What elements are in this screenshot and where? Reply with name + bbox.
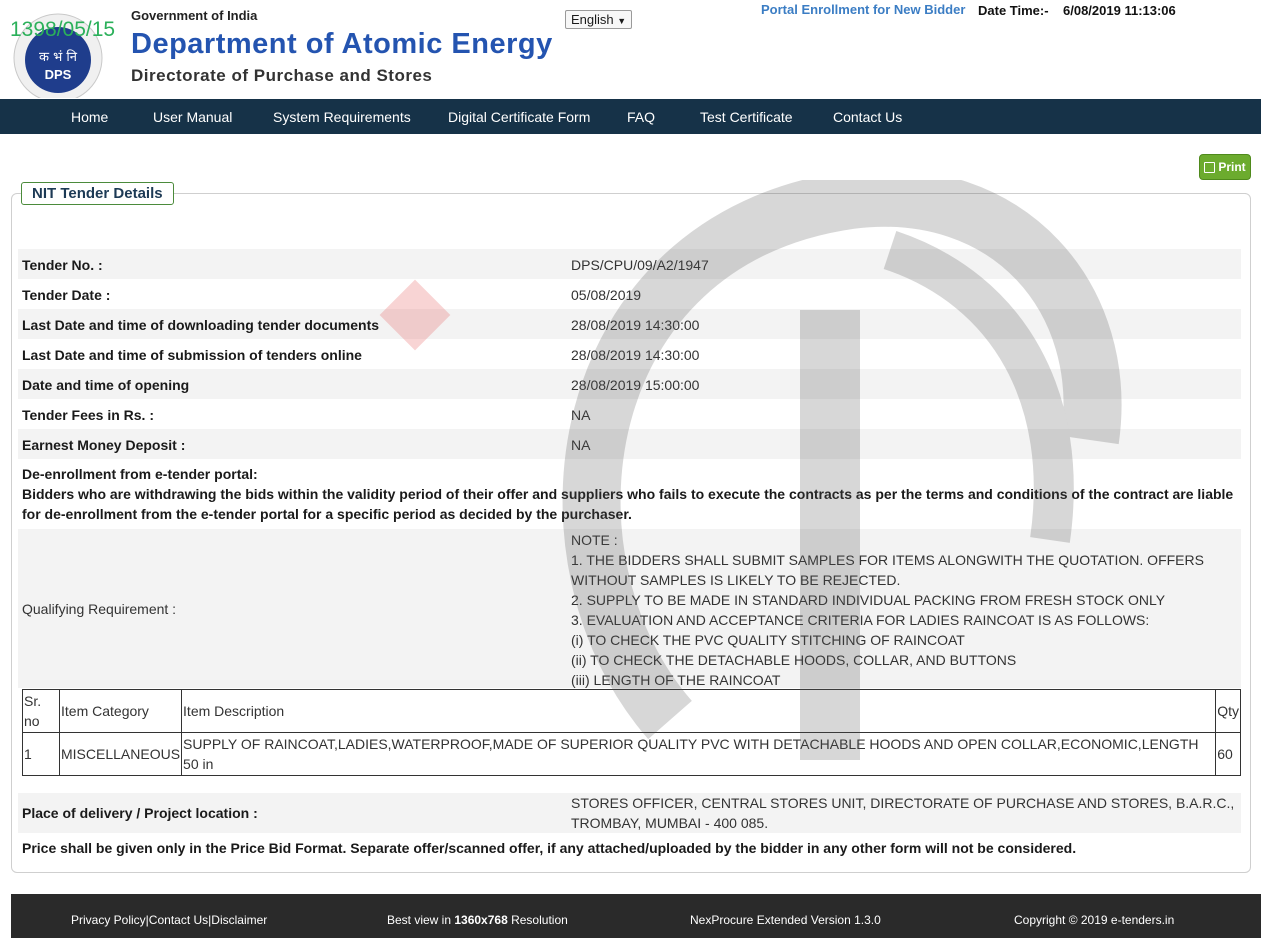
dropdown-arrow-icon: ▼ bbox=[617, 16, 627, 26]
nav-system-requirements[interactable]: System Requirements bbox=[273, 109, 411, 125]
footer-best-view: Best view in 1360x768 Resolution bbox=[387, 913, 568, 927]
field-value: DPS/CPU/09/A2/1947 bbox=[571, 257, 709, 273]
column-header: Qty bbox=[1215, 689, 1241, 733]
dept-title: Department of Atomic Energy bbox=[131, 28, 553, 60]
field-row: Date and time of opening 28/08/2019 15:0… bbox=[18, 369, 1241, 399]
delivery-row: Place of delivery / Project location : S… bbox=[18, 793, 1241, 833]
legend-divider bbox=[186, 193, 1246, 194]
field-label: Date and time of opening bbox=[22, 377, 190, 393]
print-label: Print bbox=[1218, 160, 1246, 174]
field-value: NA bbox=[571, 407, 591, 423]
field-row: Last Date and time of submission of tend… bbox=[18, 339, 1241, 369]
field-label: Earnest Money Deposit : bbox=[22, 437, 186, 453]
field-value: 28/08/2019 14:30:00 bbox=[571, 347, 700, 363]
qualifying-line: 3. EVALUATION AND ACCEPTANCE CRITERIA FO… bbox=[571, 612, 1150, 628]
enrollment-link[interactable]: Portal Enrollment for New Bidder bbox=[761, 2, 965, 17]
delivery-label: Place of delivery / Project location : bbox=[22, 805, 258, 821]
language-value: English bbox=[571, 12, 614, 27]
field-value: 05/08/2019 bbox=[571, 287, 642, 303]
delivery-value: STORES OFFICER, CENTRAL STORES UNIT, DIR… bbox=[571, 795, 1235, 831]
datetime-label: Date Time:- bbox=[978, 3, 1049, 18]
logo-date-stamp: 1398/05/15 bbox=[10, 18, 116, 41]
column-header: Sr. no bbox=[22, 689, 60, 733]
field-row: Last Date and time of downloading tender… bbox=[18, 309, 1241, 339]
field-row: Tender Date : 05/08/2019 bbox=[18, 279, 1241, 309]
qualifying-line: (iii) LENGTH OF THE RAINCOAT bbox=[571, 672, 781, 688]
qualifying-line: (ii) TO CHECK THE DETACHABLE HOODS, COLL… bbox=[571, 652, 1017, 668]
deenroll-title: De-enrollment from e-tender portal: bbox=[22, 466, 258, 482]
field-label: Last Date and time of downloading tender… bbox=[22, 317, 380, 333]
column-header: Item Description bbox=[181, 689, 1217, 733]
logo-text: DPS bbox=[45, 67, 72, 82]
field-label: Last Date and time of submission of tend… bbox=[22, 347, 362, 363]
table-cell: MISCELLANEOUS bbox=[58, 732, 183, 776]
best-view-prefix: Best view in bbox=[387, 913, 455, 927]
table-cell: SUPPLY OF RAINCOAT,LADIES,WATERPROOF,MAD… bbox=[181, 732, 1217, 776]
item-table: Sr. no Item Category Item Description Qt… bbox=[22, 689, 1241, 776]
field-label: Tender Fees in Rs. : bbox=[22, 407, 154, 423]
logo-hindi: क भं नि bbox=[39, 49, 78, 65]
qualifying-line: (i) TO CHECK THE PVC QUALITY STITCHING O… bbox=[571, 632, 965, 648]
qualifying-requirement-row: Qualifying Requirement : NOTE : 1. THE B… bbox=[18, 529, 1241, 688]
page-footer: Privacy Policy|Contact Us|Disclaimer Bes… bbox=[11, 894, 1261, 938]
best-view-resolution: 1360x768 bbox=[454, 913, 508, 927]
nav-contact-us[interactable]: Contact Us bbox=[833, 109, 902, 125]
table-cell: 60 bbox=[1215, 732, 1241, 776]
directorate-subtitle: Directorate of Purchase and Stores bbox=[131, 66, 433, 85]
datetime-value: 6/08/2019 11:13:06 bbox=[1063, 3, 1176, 18]
qualifying-line: NOTE : bbox=[571, 532, 618, 548]
column-header: Item Category bbox=[58, 689, 183, 733]
field-row: Tender No. : DPS/CPU/09/A2/1947 bbox=[18, 249, 1241, 279]
table-cell: 1 bbox=[22, 732, 60, 776]
nav-faq[interactable]: FAQ bbox=[627, 109, 655, 125]
field-value: NA bbox=[571, 437, 591, 453]
price-note: Price shall be given only in the Price B… bbox=[22, 840, 1077, 856]
qualifying-line: 1. THE BIDDERS SHALL SUBMIT SAMPLES FOR … bbox=[571, 552, 1204, 568]
panel-legend: NIT Tender Details bbox=[21, 182, 174, 205]
print-button[interactable]: Print bbox=[1199, 154, 1251, 180]
main-nav: Home User Manual System Requirements Dig… bbox=[0, 99, 1261, 134]
qualifying-line: WITHOUT SAMPLES IS LIKELY TO BE REJECTED… bbox=[571, 572, 901, 588]
field-value: 28/08/2019 14:30:00 bbox=[571, 317, 700, 333]
field-row: Tender Fees in Rs. : NA bbox=[18, 399, 1241, 429]
footer-version: NexProcure Extended Version 1.3.0 bbox=[690, 913, 881, 927]
qualifying-line: 2. SUPPLY TO BE MADE IN STANDARD INDIVID… bbox=[571, 592, 1166, 608]
qualifying-label: Qualifying Requirement : bbox=[22, 601, 177, 617]
field-label: Tender Date : bbox=[22, 287, 111, 303]
gov-label: Government of India bbox=[131, 8, 258, 23]
field-value: 28/08/2019 15:00:00 bbox=[571, 377, 700, 393]
nav-test-certificate[interactable]: Test Certificate bbox=[700, 109, 793, 125]
nav-digital-certificate-form[interactable]: Digital Certificate Form bbox=[448, 109, 590, 125]
table-header-row: Sr. no Item Category Item Description Qt… bbox=[22, 689, 1241, 733]
field-label: Tender No. : bbox=[22, 257, 103, 273]
best-view-suffix: Resolution bbox=[507, 913, 568, 927]
page-header: क भं नि DPS 1398/05/15 Government of Ind… bbox=[0, 0, 1261, 99]
nav-user-manual[interactable]: User Manual bbox=[153, 109, 232, 125]
deenrollment-note: De-enrollment from e-tender portal: Bidd… bbox=[22, 464, 1241, 524]
language-select[interactable]: English ▼ bbox=[565, 10, 633, 29]
printer-icon bbox=[1204, 161, 1216, 173]
footer-copyright: Copyright © 2019 e-tenders.in bbox=[1014, 913, 1175, 927]
footer-links[interactable]: Privacy Policy|Contact Us|Disclaimer bbox=[71, 913, 267, 927]
qualifying-text: NOTE : 1. THE BIDDERS SHALL SUBMIT SAMPL… bbox=[571, 530, 1204, 690]
nav-home[interactable]: Home bbox=[71, 109, 108, 125]
table-row: 1 MISCELLANEOUS SUPPLY OF RAINCOAT,LADIE… bbox=[22, 732, 1241, 776]
field-row: Earnest Money Deposit : NA bbox=[18, 429, 1241, 459]
deenroll-text: Bidders who are withdrawing the bids wit… bbox=[22, 486, 1234, 522]
